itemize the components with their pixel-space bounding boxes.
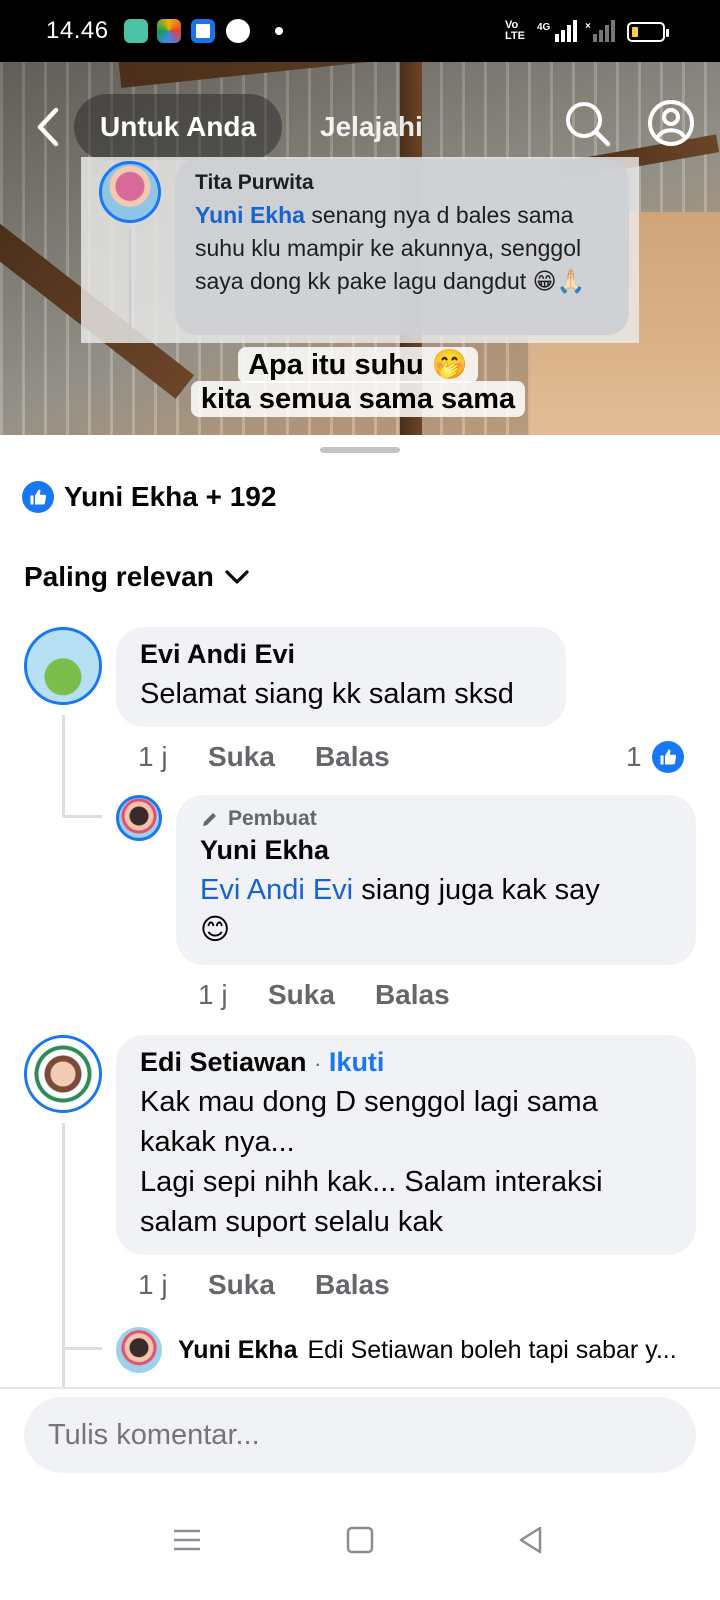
video-background[interactable]: Untuk Anda Jelajahi Tita Purwita Yuni Ek… [0,62,720,435]
comment-like-count[interactable]: 1 [626,737,684,777]
comment-bubble[interactable]: Edi Setiawan · Ikuti Kak mau dong D seng… [116,1035,696,1255]
avatar [99,161,161,223]
follow-button[interactable]: Ikuti [329,1047,385,1077]
notification-dot [275,27,283,35]
chevron-down-icon [225,570,249,584]
smile-emoji: 😊 [200,914,231,946]
reactions-count: Yuni Ekha + 192 [64,481,277,512]
reply-button[interactable]: Balas [315,1269,390,1301]
roof-beam [118,62,639,88]
overlay-comment-text: Yuni Ekha senang nya d bales sama suhu k… [195,199,609,298]
overlay-comment-card: Tita Purwita Yuni Ekha senang nya d bale… [81,157,639,343]
like-button[interactable]: Suka [208,1269,275,1301]
media-app-icon [226,19,250,43]
overlay-comment-author: Tita Purwita [195,171,314,194]
overlay-comment-bubble: Tita Purwita Yuni Ekha senang nya d bale… [175,159,629,335]
status-bar: 14.46 Vo LTE 4G × [0,0,720,62]
menu-icon[interactable] [170,1523,204,1557]
tab-untuk-anda[interactable]: Untuk Anda [74,94,283,160]
caption-line: Apa itu suhu 🤭 [238,347,478,383]
browser-app-icon [191,19,215,43]
caption-line: kita semua sama sama [190,381,526,417]
svg-text:4G: 4G [537,22,551,33]
volte-indicator: Vo LTE [505,19,525,42]
signal-sim2-icon: × [585,20,615,42]
like-icon [651,741,684,773]
like-button[interactable]: Suka [208,741,275,773]
creator-badge: Pembuat [200,807,672,831]
comments-sheet: Yuni Ekha + 192 Paling relevan Evi Andi … [0,435,720,1600]
home-icon[interactable] [343,1523,377,1557]
comment-text-line: Kak mau dong D senggol lagi sama kakak n… [140,1086,598,1158]
comment-actions: 1 j Suka Balas [138,737,430,777]
comment-input[interactable] [24,1397,696,1473]
reply-bubble[interactable]: Pembuat Yuni Ekha Evi Andi Evi siang jug… [176,795,696,965]
thread-line [129,229,131,343]
comment-author-row: Edi Setiawan · Ikuti [140,1047,672,1078]
pencil-icon [203,813,216,826]
comment-time: 1 j [138,1269,168,1300]
reply-preview[interactable]: Yuni Ekha Edi Setiawan boleh tapi sabar … [116,1325,696,1375]
avatar [116,1327,162,1373]
mention-link[interactable]: Evi Andi Evi [200,874,353,906]
photos-app-icon [157,19,181,43]
avatar[interactable] [116,795,162,841]
reply-time: 1 j [198,979,228,1010]
thread-line [62,1347,102,1350]
search-icon[interactable] [562,98,612,148]
divider [0,1387,720,1389]
svg-text:×: × [585,21,591,32]
reply-preview-text: Edi Setiawan boleh tapi sabar y... [307,1335,677,1364]
system-nav-bar [0,1485,720,1600]
battery-icon [627,22,669,42]
calculator-app-icon [124,19,148,43]
thread-line [62,815,102,818]
comment-text: Selamat siang kk salam sksd [140,678,514,710]
video-caption: Apa itu suhu 🤭 kita semua sama sama [148,347,568,417]
comment-time: 1 j [138,741,168,772]
comment-text: Kak mau dong D senggol lagi sama kakak n… [140,1082,672,1242]
like-button[interactable]: Suka [268,979,335,1011]
reply-body: siang juga kak say [353,874,600,906]
reactions-summary[interactable]: Yuni Ekha + 192 [22,477,276,517]
reply-button[interactable]: Balas [375,979,450,1011]
comment-actions: 1 j Suka Balas [138,1265,430,1305]
comment-text-line: Lagi sepi nihh kak... Salam interaksi sa… [140,1166,603,1238]
reply-author[interactable]: Yuni Ekha [200,835,672,866]
reply-button[interactable]: Balas [315,741,390,773]
avatar[interactable] [24,1035,102,1113]
creator-label: Pembuat [228,807,317,830]
reply-preview-author: Yuni Ekha [178,1335,298,1364]
like-count-value: 1 [626,741,642,772]
back-icon[interactable] [514,1523,548,1557]
avatar[interactable] [24,627,102,705]
back-arrow-icon[interactable] [30,104,66,150]
sort-dropdown[interactable]: Paling relevan [24,561,250,593]
drag-handle[interactable] [320,447,400,453]
comment-author[interactable]: Edi Setiawan [140,1047,307,1077]
like-icon [22,481,54,513]
thread-line [62,715,65,815]
mention-link: Yuni Ekha [195,202,305,228]
tab-jelajahi[interactable]: Jelajahi [320,94,423,160]
comment-bubble[interactable]: Evi Andi Evi Selamat siang kk salam sksd [116,627,566,727]
sort-label: Paling relevan [24,561,214,592]
comment-author[interactable]: Evi Andi Evi [140,639,542,670]
status-time: 14.46 [46,17,109,44]
reply-text: Evi Andi Evi siang juga kak say 😊 [200,870,672,950]
follow-separator: · [314,1051,322,1076]
signal-4g-icon: 4G [537,20,577,42]
reply-actions: 1 j Suka Balas [198,975,490,1015]
profile-icon[interactable] [646,98,696,148]
